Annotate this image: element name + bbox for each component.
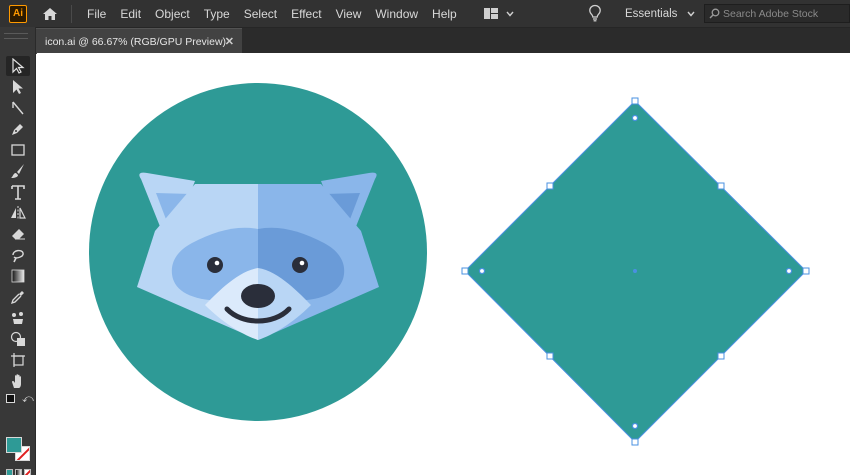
document-tab[interactable]: icon.ai @ 66.67% (RGB/GPU Preview) ✕ bbox=[36, 28, 242, 54]
menu-help[interactable]: Help bbox=[425, 7, 464, 21]
selected-diamond bbox=[461, 97, 810, 446]
shape-builder-tool-icon[interactable] bbox=[6, 329, 30, 349]
close-icon[interactable]: ✕ bbox=[225, 35, 234, 48]
workspace-label: Essentials bbox=[625, 7, 678, 20]
search-adobe-stock[interactable] bbox=[704, 4, 850, 23]
menu-object[interactable]: Object bbox=[148, 7, 197, 21]
lightbulb-icon[interactable] bbox=[588, 4, 602, 27]
document-tab-bar: icon.ai @ 66.67% (RGB/GPU Preview) ✕ bbox=[0, 27, 850, 54]
gradient-mode-button[interactable] bbox=[15, 469, 22, 475]
warp-tool-icon[interactable] bbox=[6, 245, 30, 265]
menu-type[interactable]: Type bbox=[197, 7, 237, 21]
hand-tool-icon[interactable] bbox=[6, 371, 30, 391]
nose bbox=[241, 284, 275, 308]
right-eye bbox=[292, 257, 308, 273]
default-colors-icon[interactable] bbox=[6, 394, 15, 403]
menu-select[interactable]: Select bbox=[237, 7, 284, 21]
chevron-down-icon bbox=[687, 11, 695, 17]
eyedropper-tool-icon[interactable] bbox=[6, 287, 30, 307]
panel-grip[interactable] bbox=[4, 33, 28, 39]
menu-edit[interactable]: Edit bbox=[113, 7, 148, 21]
color-mode-button[interactable] bbox=[6, 469, 13, 475]
arrange-documents-button[interactable] bbox=[483, 8, 514, 19]
tools-panel: ⤺ bbox=[0, 27, 36, 475]
artboard-canvas[interactable] bbox=[37, 53, 850, 475]
center-point bbox=[633, 269, 637, 273]
menu-window[interactable]: Window bbox=[368, 7, 425, 21]
reflect-tool-icon[interactable] bbox=[6, 203, 30, 223]
search-icon bbox=[709, 8, 720, 19]
rectangle-tool-icon[interactable] bbox=[6, 140, 30, 160]
left-eye bbox=[207, 257, 223, 273]
layout-grid-icon bbox=[483, 8, 498, 19]
menu-view[interactable]: View bbox=[329, 7, 369, 21]
none-mode-button[interactable] bbox=[24, 469, 31, 475]
selection-tool-icon[interactable] bbox=[6, 56, 30, 76]
pen-tool-icon[interactable] bbox=[6, 119, 30, 139]
paintbrush-tool-icon[interactable] bbox=[6, 161, 30, 181]
menu-effect[interactable]: Effect bbox=[284, 7, 328, 21]
artwork bbox=[89, 83, 810, 446]
menu-separator bbox=[71, 4, 72, 23]
search-input[interactable] bbox=[723, 7, 843, 20]
eraser-tool-icon[interactable] bbox=[6, 224, 30, 244]
direct-selection-tool-icon[interactable] bbox=[6, 77, 30, 97]
gradient-tool-icon[interactable] bbox=[6, 266, 30, 286]
artboard-tool-icon[interactable] bbox=[6, 350, 30, 370]
puppet-warp-tool-icon[interactable] bbox=[6, 308, 30, 328]
type-tool-icon[interactable] bbox=[6, 182, 30, 202]
home-icon[interactable] bbox=[41, 5, 59, 23]
document-tab-title: icon.ai @ 66.67% (RGB/GPU Preview) bbox=[45, 35, 227, 48]
anchor-tool-icon[interactable] bbox=[6, 98, 30, 118]
menu-file[interactable]: File bbox=[80, 7, 113, 21]
illustrator-logo: Ai bbox=[9, 4, 27, 23]
chevron-down-icon bbox=[506, 11, 514, 17]
fill-color-swatch[interactable] bbox=[6, 437, 22, 453]
swap-colors-icon[interactable]: ⤺ bbox=[22, 393, 34, 406]
workspace-switcher[interactable]: Essentials bbox=[625, 0, 695, 27]
